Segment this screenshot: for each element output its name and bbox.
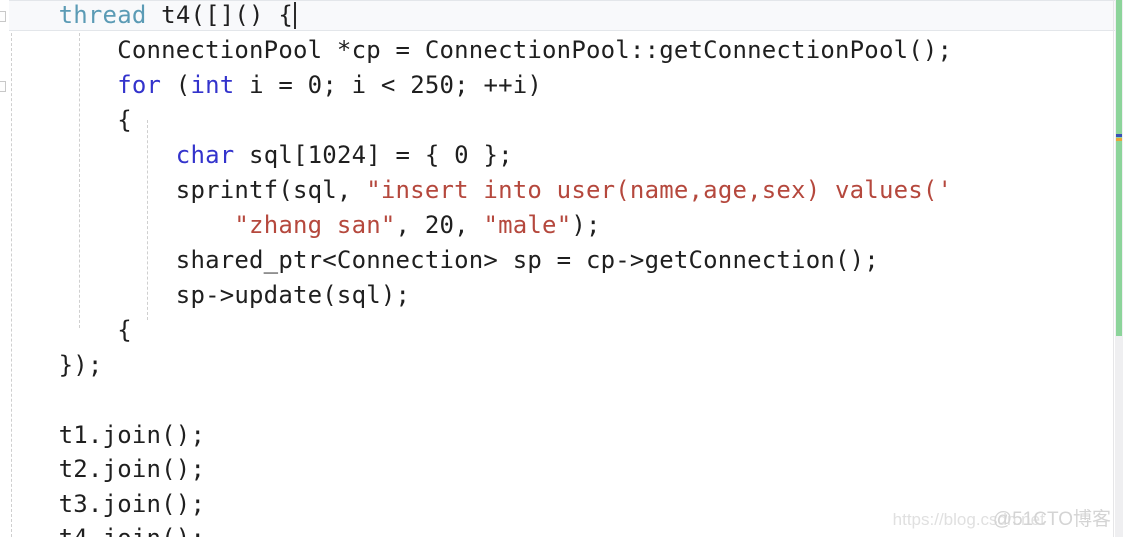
editor-right-border	[1113, 0, 1114, 537]
code-token-plain: {	[0, 316, 132, 344]
code-line[interactable]: t4.join();	[0, 521, 1123, 537]
code-token-plain: sql[1024] = { 0 };	[234, 141, 513, 169]
code-line[interactable]	[0, 383, 1123, 418]
code-token-str: "zhang san"	[234, 211, 396, 239]
code-line[interactable]: {	[0, 103, 1123, 138]
code-token-type: thread	[58, 1, 147, 29]
code-editor-screenshot: thread t4([]() { ConnectionPool *cp = Co…	[0, 0, 1123, 537]
code-token-plain: t3.join();	[0, 490, 206, 518]
code-line[interactable]: char sql[1024] = { 0 };	[0, 138, 1123, 173]
code-token-plain: (	[161, 71, 191, 99]
code-line[interactable]: ConnectionPool *cp = ConnectionPool::get…	[0, 33, 1123, 68]
scrollbar-thumb[interactable]	[1116, 0, 1122, 336]
code-token-plain: t2.join();	[0, 455, 206, 483]
code-line[interactable]: t2.join();	[0, 452, 1123, 487]
text-caret	[294, 2, 297, 29]
code-line[interactable]: t1.join();	[0, 418, 1123, 453]
code-token-kw: char	[175, 141, 235, 169]
code-token-plain: t1.join();	[0, 421, 206, 449]
code-token-kw: for	[117, 71, 162, 99]
code-text-area[interactable]: thread t4([]() { ConnectionPool *cp = Co…	[0, 0, 1123, 537]
code-token-plain: });	[0, 351, 103, 379]
code-token-plain: t4.join();	[0, 524, 205, 537]
code-token-str: "insert into user(name,age,sex) values('	[366, 176, 953, 204]
scrollbar-warning-marker-icon[interactable]	[1116, 138, 1122, 141]
code-token-plain: sp->update(sql);	[0, 281, 411, 309]
code-token-plain: shared_ptr<Connection> sp = cp->getConne…	[0, 246, 879, 274]
code-line[interactable]: thread t4([]() {	[0, 0, 1123, 33]
code-token-plain: i = 0; i < 250; ++i)	[234, 71, 543, 99]
code-line[interactable]: sp->update(sql);	[0, 278, 1123, 313]
code-line[interactable]: sprintf(sql, "insert into user(name,age,…	[0, 173, 1123, 208]
scrollbar-info-marker-icon[interactable]	[1116, 134, 1122, 137]
code-line[interactable]: for (int i = 0; i < 250; ++i)	[0, 68, 1123, 103]
code-token-plain: );	[571, 211, 601, 239]
code-token-plain: sprintf(sql,	[0, 176, 367, 204]
code-line[interactable]: "zhang san", 20, "male");	[0, 208, 1123, 243]
code-line[interactable]: });	[0, 348, 1123, 383]
code-token-plain: {	[0, 106, 132, 134]
code-token-str: "male"	[483, 211, 572, 239]
code-line[interactable]: t3.join();	[0, 487, 1123, 522]
code-line[interactable]: shared_ptr<Connection> sp = cp->getConne…	[0, 243, 1123, 278]
code-token-plain: ConnectionPool *cp = ConnectionPool::get…	[0, 36, 953, 64]
code-token-plain: t4([]() {	[146, 1, 294, 29]
code-token-kw: int	[190, 71, 235, 99]
code-line[interactable]: {	[0, 313, 1123, 348]
code-token-plain: , 20,	[395, 211, 484, 239]
